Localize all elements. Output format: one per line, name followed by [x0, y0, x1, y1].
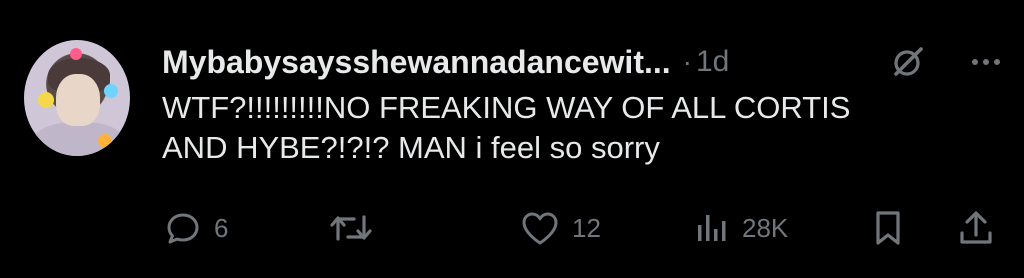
avatar-face	[56, 74, 100, 126]
separator-dot: ·	[682, 46, 692, 77]
action-bar: 6 12 28K	[162, 206, 1008, 250]
views-button[interactable]: 28K	[692, 206, 788, 250]
post-text-line: AND HYBE?!?!? MAN i feel so sorry	[162, 130, 660, 165]
views-icon	[692, 207, 732, 249]
views-count: 28K	[742, 212, 789, 243]
reply-button[interactable]: 6	[162, 206, 228, 250]
post[interactable]: Mybabysaysshewannadancewit... · 1d WTF?!…	[0, 0, 1024, 278]
post-text: WTF?!!!!!!!!!NO FREAKING WAY OF ALL CORT…	[162, 88, 1002, 168]
repost-button[interactable]	[328, 206, 384, 250]
post-text-line: WTF?!!!!!!!!!NO FREAKING WAY OF ALL CORT…	[162, 90, 851, 125]
grok-icon[interactable]	[890, 44, 926, 85]
avatar[interactable]	[24, 40, 130, 156]
avatar-sticker	[70, 48, 82, 60]
display-name[interactable]: Mybabysaysshewannadancewit...	[162, 44, 671, 81]
avatar-sticker	[104, 84, 118, 98]
like-button[interactable]: 12	[518, 206, 601, 250]
bookmark-button[interactable]	[870, 206, 906, 250]
timestamp[interactable]: 1d	[696, 45, 729, 79]
heart-icon	[518, 207, 562, 249]
reply-count: 6	[214, 212, 229, 243]
more-icon[interactable]	[968, 44, 1004, 85]
share-icon	[956, 207, 996, 249]
bookmark-icon	[870, 207, 906, 249]
avatar-sticker	[98, 134, 112, 148]
repost-icon	[328, 207, 374, 249]
avatar-sticker	[38, 92, 54, 108]
reply-icon	[162, 207, 204, 249]
share-button[interactable]	[956, 206, 996, 250]
post-header: Mybabysaysshewannadancewit... · 1d	[162, 40, 1014, 84]
like-count: 12	[572, 212, 601, 243]
